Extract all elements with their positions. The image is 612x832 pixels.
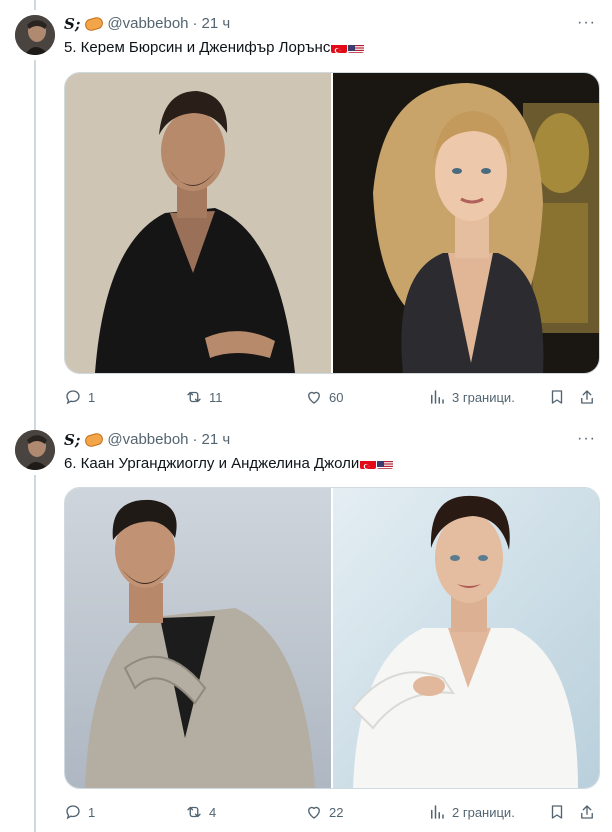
like-count: 22 — [329, 804, 344, 820]
avatar[interactable] — [15, 430, 55, 470]
photo-left[interactable] — [65, 488, 331, 788]
more-options-button[interactable]: ··· — [577, 430, 596, 448]
tweet-header: S; @vabbeboh · 21 ч — [64, 14, 230, 34]
share-button[interactable] — [578, 387, 596, 407]
reply-icon — [66, 805, 80, 820]
separator-dot: · — [192, 15, 198, 32]
tweet-text: 5. Керем Бюрсин и Дженифър Лорънс — [64, 38, 365, 58]
photo-left[interactable] — [65, 73, 331, 373]
like-button[interactable]: 22 — [305, 802, 343, 822]
tweet-media[interactable] — [64, 72, 600, 374]
reply-count: 1 — [88, 804, 96, 820]
photo-right[interactable] — [333, 488, 599, 788]
photo-woman-white-shirt — [333, 488, 599, 788]
tweet-actions: 1 4 22 2 граници. — [64, 802, 598, 822]
avatar-image — [15, 430, 55, 470]
thread-line — [34, 0, 36, 10]
retweet-button[interactable]: 11 — [185, 387, 223, 407]
display-name[interactable]: S; — [64, 430, 80, 450]
usa-flag-icon — [377, 458, 394, 469]
share-icon — [581, 805, 593, 819]
bookmark-icon — [551, 805, 563, 819]
retweet-count: 11 — [209, 389, 223, 405]
views-button[interactable]: 3 граници. — [428, 387, 515, 407]
like-count: 60 — [329, 389, 344, 405]
retweet-icon — [187, 391, 201, 403]
reply-count: 1 — [88, 389, 96, 405]
bookmark-icon — [551, 390, 563, 404]
bookmark-button[interactable] — [548, 387, 566, 407]
share-button[interactable] — [578, 802, 596, 822]
reply-button[interactable]: 1 — [64, 387, 95, 407]
photo-man-black-shirt — [65, 73, 331, 373]
like-button[interactable]: 60 — [305, 387, 343, 407]
retweet-icon — [187, 806, 201, 818]
reply-icon — [66, 390, 80, 405]
turkey-flag-icon — [360, 458, 377, 469]
thread-line — [34, 60, 36, 430]
reply-button[interactable]: 1 — [64, 802, 95, 822]
retweet-count: 4 — [209, 804, 217, 820]
tweet-media[interactable] — [64, 487, 600, 789]
views-button[interactable]: 2 граници. — [428, 802, 515, 822]
timestamp[interactable]: 21 ч — [202, 430, 231, 450]
tweet-actions: 1 11 60 3 граници. — [64, 387, 598, 407]
tweet-header: S; @vabbeboh · 21 ч — [64, 430, 230, 450]
avatar[interactable] — [15, 15, 55, 55]
views-icon — [431, 805, 444, 819]
timestamp[interactable]: 21 ч — [202, 14, 231, 34]
photo-right[interactable] — [333, 73, 599, 373]
tweet-text-content: 5. Керем Бюрсин и Дженифър Лорънс — [64, 39, 331, 56]
user-handle[interactable]: @vabbeboh — [107, 430, 188, 450]
avatar-image — [15, 15, 55, 55]
separator-dot: · — [192, 431, 198, 448]
heart-icon — [308, 806, 320, 819]
views-count: 2 граници. — [452, 804, 515, 820]
views-icon — [431, 390, 444, 404]
display-name[interactable]: S; — [64, 14, 80, 34]
tweet-text: 6. Каан Урганджиоглу и Анджелина Джоли — [64, 454, 394, 474]
bread-emoji-icon — [84, 431, 105, 449]
thread-line — [34, 475, 36, 832]
turkey-flag-icon — [331, 42, 348, 53]
user-handle[interactable]: @vabbeboh — [107, 14, 188, 34]
more-options-button[interactable]: ··· — [577, 14, 596, 32]
tweet-text-content: 6. Каан Урганджиоглу и Анджелина Джоли — [64, 455, 360, 472]
bread-emoji-icon — [84, 15, 105, 33]
usa-flag-icon — [348, 42, 365, 53]
heart-icon — [308, 391, 320, 404]
photo-woman-blazer — [333, 73, 599, 373]
photo-man-grey-suit — [65, 488, 331, 788]
views-count: 3 граници. — [452, 389, 515, 405]
bookmark-button[interactable] — [548, 802, 566, 822]
share-icon — [581, 390, 593, 404]
retweet-button[interactable]: 4 — [185, 802, 216, 822]
